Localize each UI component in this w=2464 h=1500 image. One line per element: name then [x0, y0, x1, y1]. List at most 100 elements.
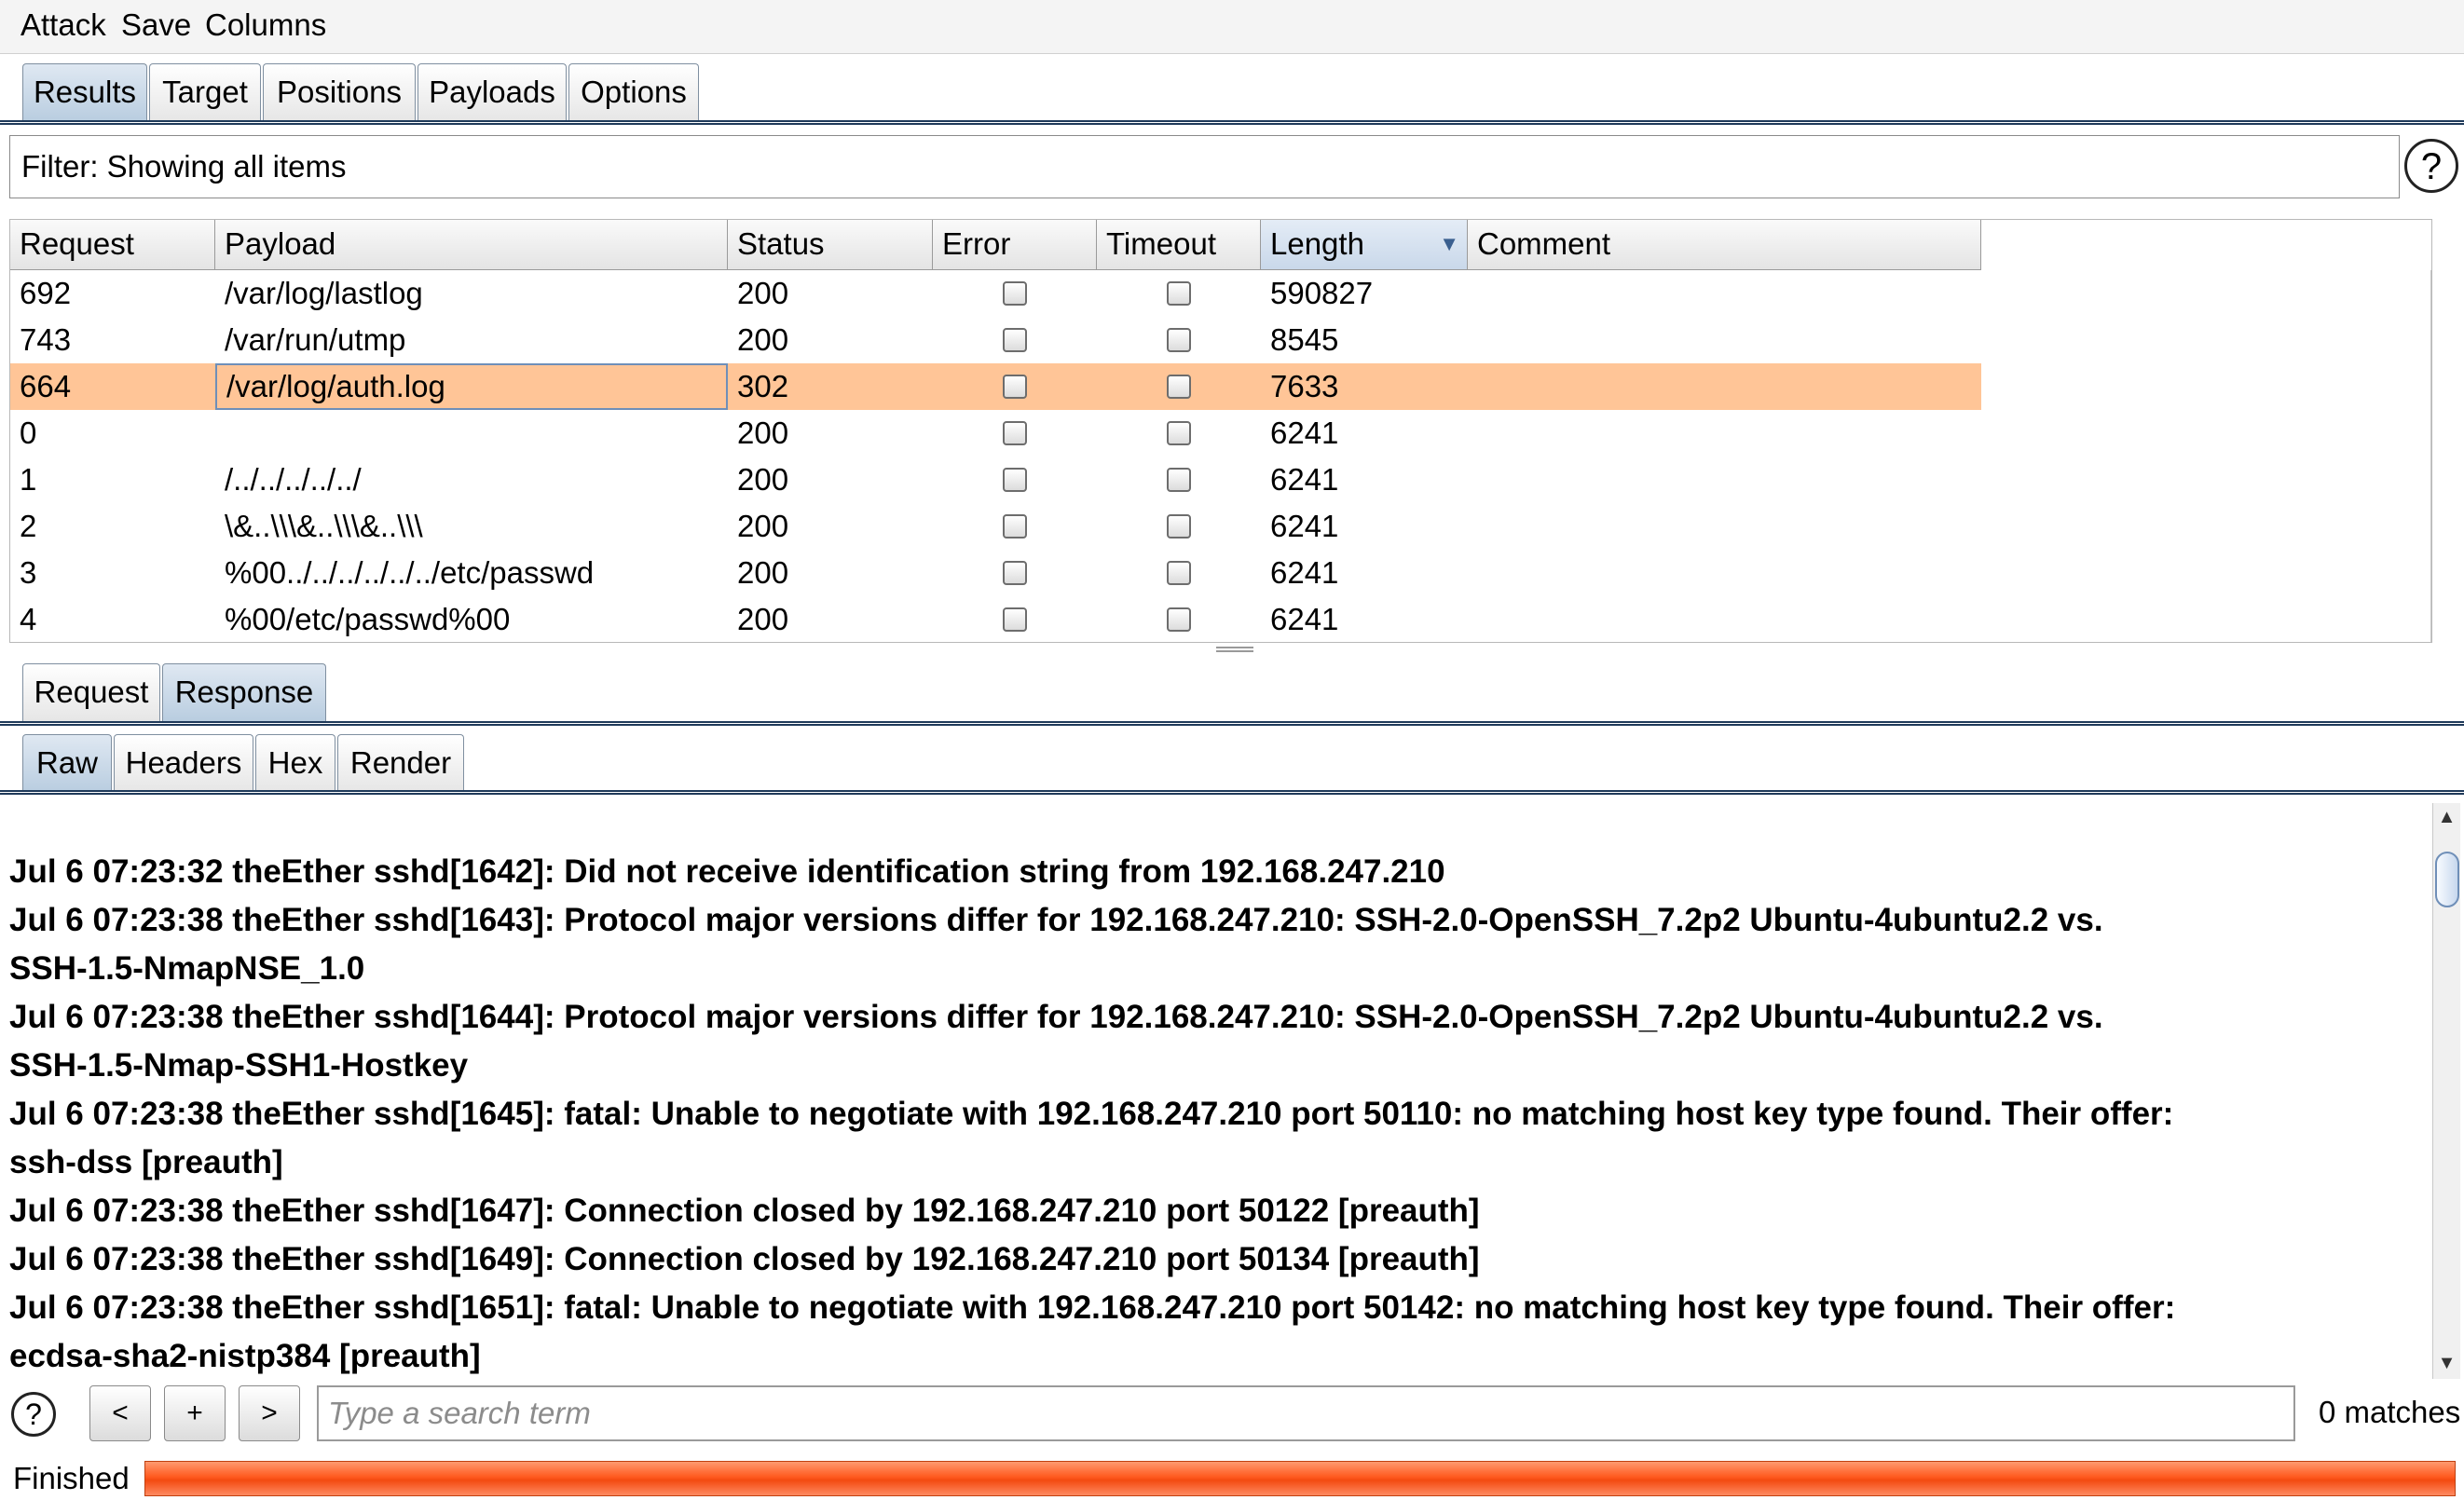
column-header-comment[interactable]: Comment [1468, 220, 1981, 270]
sort-descending-icon: ▼ [1439, 232, 1459, 255]
column-header-request[interactable]: Request [10, 220, 215, 270]
tab-headers[interactable]: Headers [114, 734, 253, 792]
cell-length: 6241 [1270, 602, 1339, 636]
cell-request: 4 [20, 602, 37, 636]
cell-length: 6241 [1270, 416, 1339, 450]
table-row[interactable]: 692/var/log/lastlog 200 590827 [10, 270, 1981, 317]
tab-options[interactable]: Options [568, 63, 699, 121]
response-scrollbar[interactable]: ▲ ▼ [2432, 803, 2460, 1379]
response-line: Jul 6 07:23:38 theEther sshd[1645]: fata… [9, 1096, 2174, 1132]
tab-hex[interactable]: Hex [255, 734, 335, 792]
next-match-button[interactable]: > [239, 1385, 300, 1441]
timeout-checkbox [1167, 281, 1191, 306]
cell-payload: /var/log/lastlog [225, 276, 423, 310]
table-row[interactable]: 743/var/run/utmp 200 8545 [10, 317, 1981, 363]
cell-comment [1468, 410, 1981, 457]
cell-length: 8545 [1270, 322, 1339, 357]
response-line: Jul 6 07:23:38 theEther sshd[1647]: Conn… [9, 1193, 1480, 1229]
cell-status: 200 [737, 416, 789, 450]
tab-raw[interactable]: Raw [22, 734, 112, 792]
cell-comment [1468, 596, 1981, 642]
cell-status: 200 [737, 555, 789, 590]
table-scrollbar[interactable]: ▲ ▼ [2430, 270, 2432, 642]
table-row[interactable]: 2 \&..\\\&..\\\&..\\\ 200 6241 [10, 503, 1981, 550]
status-text: Finished [13, 1461, 130, 1495]
column-header-error[interactable]: Error [933, 220, 1097, 270]
filter-bar[interactable]: Filter: Showing all items [9, 135, 2400, 198]
table-row[interactable]: 0 200 6241 [10, 410, 1981, 457]
cell-error [933, 457, 1097, 503]
split-pane-handle[interactable] [1216, 647, 1253, 652]
response-scroll-thumb[interactable] [2435, 852, 2459, 907]
column-header-length[interactable]: Length ▼ [1261, 220, 1468, 270]
response-line: ecdsa-sha2-nistp384 [preauth] [9, 1338, 481, 1374]
tab-response[interactable]: Response [162, 663, 326, 721]
cell-error [933, 596, 1097, 642]
cell-request: 2 [20, 509, 37, 543]
response-line: SSH-1.5-Nmap-SSH1-Hostkey [9, 1047, 469, 1084]
help-icon[interactable]: ? [2404, 139, 2458, 193]
response-line: Jul 6 07:23:32 theEther sshd[1642]: Did … [9, 853, 1445, 890]
cell-comment [1468, 550, 1981, 596]
error-checkbox [1003, 328, 1027, 352]
cell-length: 6241 [1270, 509, 1339, 543]
table-row[interactable]: 4 %00/etc/passwd%00 200 6241 [10, 596, 1981, 642]
table-row[interactable]: 664/var/log/auth.log 302 7633 [10, 363, 1981, 410]
tab-divider [0, 120, 2464, 125]
column-header-timeout[interactable]: Timeout [1097, 220, 1261, 270]
timeout-checkbox [1167, 468, 1191, 492]
search-input[interactable] [319, 1387, 2293, 1439]
table-row[interactable]: 3 %00../../../../../../etc/passwd 200 6241 [10, 550, 1981, 596]
response-line: SSH-1.5-NmapNSE_1.0 [9, 950, 365, 987]
cell-request: 0 [20, 416, 37, 450]
scroll-up-icon[interactable]: ▲ [2433, 803, 2460, 831]
cell-request: 664 [20, 369, 72, 403]
cell-payload: /var/log/auth.log [215, 363, 728, 410]
cell-error [933, 503, 1097, 550]
cell-payload: \&..\\\&..\\\&..\\\ [225, 509, 423, 543]
cell-timeout [1097, 270, 1261, 317]
tab-request[interactable]: Request [22, 663, 160, 721]
scroll-down-icon[interactable]: ▼ [2431, 613, 2432, 641]
tab-positions[interactable]: Positions [263, 63, 416, 121]
response-body[interactable]: Jul 6 07:23:32 theEther sshd[1642]: Did … [7, 803, 2430, 1379]
cell-status: 200 [737, 276, 789, 310]
tab-payloads[interactable]: Payloads [418, 63, 567, 121]
cell-comment [1468, 317, 1981, 363]
error-checkbox [1003, 514, 1027, 539]
column-header-status[interactable]: Status [728, 220, 933, 270]
cell-comment [1468, 457, 1981, 503]
cell-timeout [1097, 596, 1261, 642]
menu-attack[interactable]: Attack [21, 7, 106, 43]
scroll-up-icon[interactable]: ▲ [2431, 270, 2432, 298]
cell-error [933, 317, 1097, 363]
column-header-payload[interactable]: Payload [215, 220, 728, 270]
error-checkbox [1003, 607, 1027, 632]
error-checkbox [1003, 375, 1027, 399]
tab-results[interactable]: Results [22, 63, 147, 121]
error-checkbox [1003, 421, 1027, 445]
response-line: ssh-dss [preauth] [9, 1144, 283, 1180]
menu-save[interactable]: Save [121, 7, 191, 43]
add-match-button[interactable]: + [164, 1385, 226, 1441]
progress-bar [144, 1461, 2456, 1496]
cell-comment [1468, 503, 1981, 550]
cell-payload: /../../../../../ [225, 462, 362, 497]
response-line: Jul 6 07:23:38 theEther sshd[1651]: fata… [9, 1289, 2176, 1326]
tab-target[interactable]: Target [149, 63, 261, 121]
cell-request: 743 [20, 322, 72, 357]
cell-length: 590827 [1270, 276, 1374, 310]
previous-match-button[interactable]: < [89, 1385, 151, 1441]
menu-columns[interactable]: Columns [205, 7, 326, 43]
scroll-down-icon[interactable]: ▼ [2433, 1349, 2460, 1377]
cell-payload: %00../../../../../../etc/passwd [225, 555, 595, 590]
tab-render[interactable]: Render [337, 734, 464, 792]
error-checkbox [1003, 281, 1027, 306]
cell-status: 200 [737, 509, 789, 543]
table-row[interactable]: 1 /../../../../../ 200 6241 [10, 457, 1981, 503]
cell-length: 6241 [1270, 462, 1339, 497]
cell-timeout [1097, 317, 1261, 363]
cell-timeout [1097, 503, 1261, 550]
search-help-icon[interactable]: ? [11, 1392, 56, 1437]
cell-payload: /var/run/utmp [225, 322, 406, 357]
